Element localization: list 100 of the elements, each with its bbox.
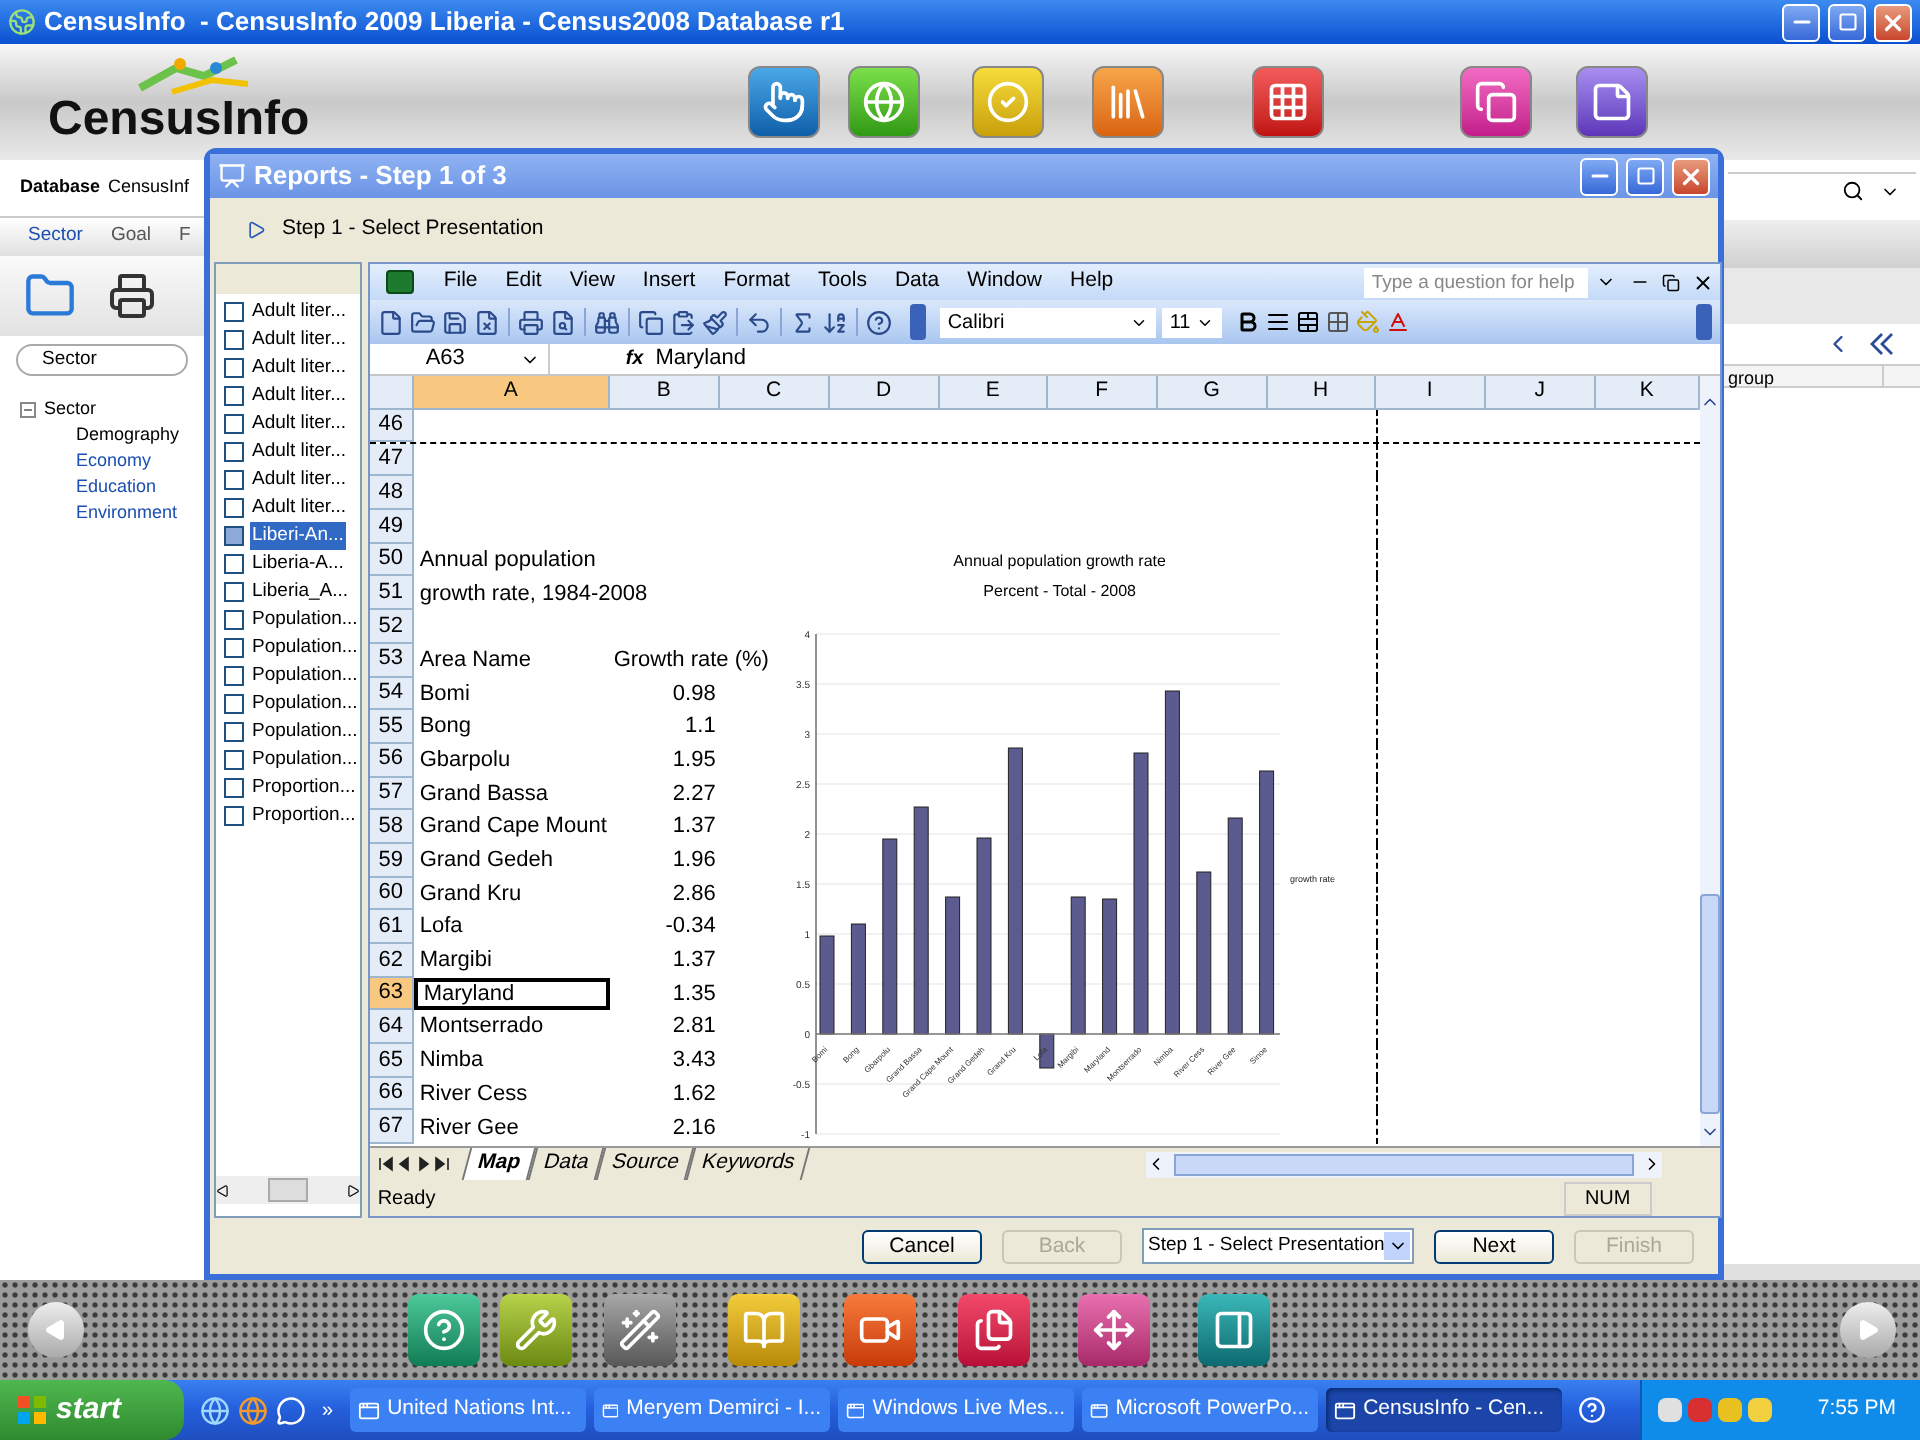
list-item[interactable]: Liberi-An... [250, 521, 346, 551]
list-item[interactable]: Adult liter... [250, 409, 348, 439]
help-icon[interactable] [865, 309, 892, 335]
taskbar-button[interactable]: Meryem Demirci - I... [593, 1388, 830, 1432]
restore-icon[interactable] [1661, 273, 1680, 291]
scrollbar-thumb[interactable] [1174, 1153, 1635, 1175]
checkbox[interactable] [224, 526, 244, 546]
fill-color-icon[interactable] [1355, 310, 1380, 334]
tab[interactable]: Sector [28, 222, 83, 252]
column-header[interactable]: K [1595, 376, 1700, 410]
column-header[interactable]: C [719, 376, 830, 410]
formula-field[interactable]: Maryland [655, 342, 1720, 376]
brush-icon[interactable] [701, 309, 728, 335]
row-header[interactable]: 46 [369, 410, 414, 442]
printer-icon[interactable] [108, 272, 156, 320]
step-select[interactable]: Step 1 - Select Presentation [1142, 1228, 1414, 1264]
menu-item[interactable]: Format [709, 266, 804, 298]
menu-item[interactable]: Data [880, 266, 954, 298]
checkbox[interactable] [224, 470, 244, 490]
row-header[interactable]: 55 [369, 710, 414, 744]
row-header[interactable]: 54 [369, 677, 414, 711]
pointer-button[interactable] [748, 66, 820, 138]
list-item[interactable]: Population... [250, 661, 360, 691]
column-header[interactable]: B [609, 376, 720, 410]
list-item[interactable]: Adult liter... [250, 381, 348, 411]
menu-item[interactable]: Edit [491, 266, 556, 298]
taskbar-button[interactable]: United Nations Int... [349, 1388, 586, 1432]
row-header[interactable]: 66 [369, 1077, 414, 1111]
scrollbar-thumb[interactable] [267, 1178, 308, 1202]
horizontal-scrollbar[interactable] [1146, 1151, 1663, 1177]
bold-icon[interactable] [1235, 310, 1260, 334]
tree-item[interactable]: Education [76, 473, 157, 501]
tree-item[interactable]: Sector [44, 395, 97, 423]
column-header[interactable]: H [1267, 376, 1376, 410]
help-button[interactable] [408, 1294, 480, 1366]
tab[interactable]: Goal [110, 222, 152, 252]
row-header[interactable]: 58 [369, 810, 414, 844]
list-item[interactable]: Adult liter... [250, 437, 348, 467]
list-item[interactable]: Population... [250, 689, 360, 719]
checkbox[interactable] [224, 694, 244, 714]
row-header[interactable]: 60 [369, 877, 414, 911]
checkbox[interactable] [224, 610, 244, 630]
undo-icon[interactable] [745, 309, 772, 335]
close-button[interactable] [1672, 157, 1710, 195]
checkbox[interactable] [224, 582, 244, 602]
menu-item[interactable]: Window [953, 266, 1057, 298]
table-button[interactable] [1252, 66, 1324, 138]
font-select[interactable]: Calibri [939, 307, 1156, 337]
browser-icon[interactable] [200, 1395, 230, 1425]
paste-icon[interactable] [669, 309, 696, 335]
column-header[interactable]: J [1485, 376, 1596, 410]
vertical-scrollbar[interactable] [1699, 376, 1720, 1146]
chat-icon[interactable] [276, 1395, 306, 1425]
list-item[interactable]: Population... [250, 717, 360, 747]
font-size-select[interactable]: 11 [1161, 307, 1222, 337]
dropdown-button[interactable] [1384, 1232, 1410, 1260]
list-item[interactable]: Proportion... [250, 801, 358, 831]
row-header[interactable]: 47 [369, 443, 414, 477]
list-item[interactable]: Population... [250, 633, 360, 663]
align-icon[interactable] [1265, 310, 1290, 334]
borders-icon[interactable] [1325, 310, 1350, 334]
dialog-button[interactable]: Cancel [862, 1229, 982, 1263]
column-header[interactable]: D [829, 376, 940, 410]
checkbox[interactable] [224, 442, 244, 462]
checkbox[interactable] [224, 554, 244, 574]
scrollbar-thumb[interactable] [1699, 894, 1720, 1114]
list-item[interactable]: Adult liter... [250, 493, 348, 523]
layout-button[interactable] [1198, 1294, 1270, 1366]
row-header[interactable]: 50 [369, 543, 414, 577]
more-button[interactable]: » [322, 1395, 334, 1425]
row-header[interactable]: 57 [369, 777, 414, 811]
book-button[interactable] [728, 1294, 800, 1366]
menu-item[interactable]: Help [1056, 266, 1128, 298]
minimize-button[interactable] [1580, 157, 1618, 195]
printer-icon[interactable] [517, 309, 544, 335]
copy-icon[interactable] [637, 309, 664, 335]
preview-icon[interactable] [549, 309, 576, 335]
folder-icon[interactable] [409, 309, 436, 335]
list-item[interactable]: Adult liter... [250, 325, 348, 355]
row-header[interactable]: 59 [369, 843, 414, 878]
dialog-button[interactable]: Next [1434, 1229, 1554, 1263]
row-header[interactable]: 65 [369, 1044, 414, 1078]
checkbox[interactable] [224, 330, 244, 350]
pages-button[interactable] [1460, 66, 1532, 138]
menu-item[interactable]: Insert [628, 266, 710, 298]
help-search-field[interactable]: Type a question for help [1363, 267, 1588, 297]
menu-item[interactable]: View [555, 266, 629, 298]
column-header[interactable]: I [1375, 376, 1486, 410]
permission-icon[interactable] [473, 309, 500, 335]
checkbox[interactable] [224, 666, 244, 686]
taskbar-button[interactable]: Windows Live Mes... [837, 1388, 1074, 1432]
tools-button[interactable] [500, 1294, 572, 1366]
check-button[interactable] [972, 66, 1044, 138]
close-button[interactable] [1874, 3, 1912, 41]
list-item[interactable]: Proportion... [250, 773, 358, 803]
font-color-icon[interactable] [1385, 310, 1410, 334]
row-header[interactable]: 62 [369, 944, 414, 978]
save-icon[interactable] [441, 309, 468, 335]
tree-item[interactable]: Demography [76, 421, 180, 449]
row-header[interactable]: 64 [369, 1010, 414, 1045]
